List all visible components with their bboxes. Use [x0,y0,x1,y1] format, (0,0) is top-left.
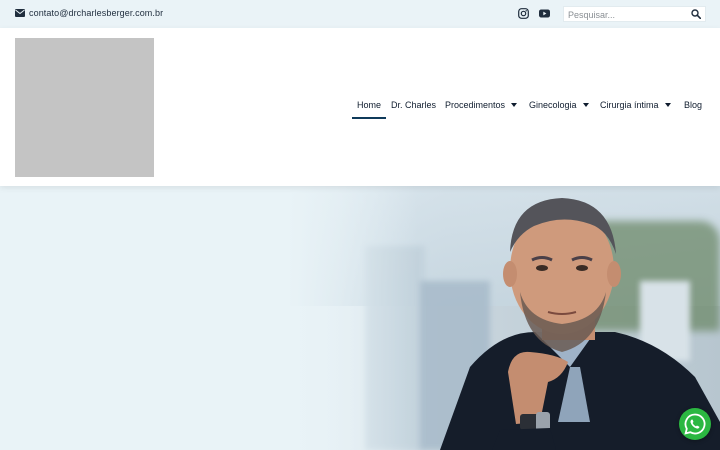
hero-banner [0,186,720,450]
search-input[interactable] [568,8,686,21]
nav-item-ginecologia[interactable]: Ginecologia [529,100,589,110]
nav-label: Cirurgia íntima [600,100,659,110]
nav-label: Procedimentos [445,100,506,110]
nav-item-home[interactable]: Home [357,100,381,110]
instagram-icon[interactable] [518,8,529,19]
search-box [563,6,706,22]
nav-item-blog[interactable]: Blog [684,100,702,110]
contact-email-link[interactable]: contato@drcharlesberger.com.br [29,8,163,18]
nav-item-cirurgia-intima[interactable]: Cirurgia íntima [600,100,671,110]
nav-item-dr-charles[interactable]: Dr. Charles [391,100,436,110]
nav-label: Blog [684,100,703,110]
site-logo[interactable] [15,38,154,177]
doctor-portrait [440,198,720,450]
whatsapp-button[interactable] [679,408,711,440]
envelope-icon [15,9,25,17]
nav-label: Dr. Charles [391,100,437,110]
nav-active-indicator [352,117,386,119]
site-header: Home Dr. Charles Procedimentos Ginecolog… [0,28,720,186]
nav-label: Home [357,100,382,110]
search-icon[interactable] [691,9,701,19]
youtube-icon[interactable] [539,9,550,18]
top-bar: contato@drcharlesberger.com.br [0,0,720,28]
whatsapp-icon [684,413,706,435]
nav-label: Ginecologia [529,100,577,110]
caret-down-icon [511,102,518,107]
caret-down-icon [582,102,589,107]
caret-down-icon [664,102,671,107]
nav-item-procedimentos[interactable]: Procedimentos [445,100,518,110]
